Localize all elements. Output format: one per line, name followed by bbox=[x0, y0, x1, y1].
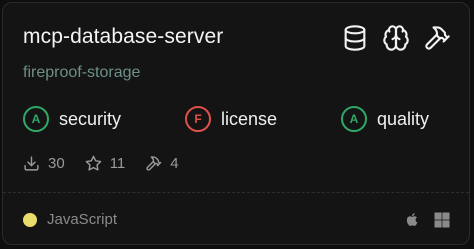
tools-count: 4 bbox=[170, 154, 179, 172]
stars-stat: 11 bbox=[85, 154, 126, 172]
security-label: security bbox=[59, 108, 122, 129]
hammer-icon bbox=[425, 26, 450, 50]
database-icon bbox=[344, 25, 366, 51]
card-divider bbox=[3, 192, 469, 193]
download-icon bbox=[24, 155, 39, 171]
security-grade: A bbox=[23, 106, 49, 132]
score-badges: A security F license A quality bbox=[23, 104, 459, 134]
capability-icons bbox=[341, 24, 451, 52]
windows-icon bbox=[434, 212, 450, 227]
license-label: license bbox=[221, 108, 278, 129]
license-grade: F bbox=[185, 106, 211, 132]
stars-count: 11 bbox=[109, 154, 126, 172]
language-name: JavaScript bbox=[47, 211, 118, 228]
server-stats: 30 11 4 bbox=[23, 153, 199, 173]
quality-grade: A bbox=[341, 106, 367, 132]
downloads-count: 30 bbox=[48, 154, 65, 172]
hammer-icon bbox=[146, 155, 162, 171]
language-color-dot bbox=[23, 212, 37, 227]
quality-badge[interactable]: A quality bbox=[341, 104, 429, 134]
brain-icon bbox=[383, 25, 409, 51]
security-badge[interactable]: A security bbox=[23, 104, 121, 134]
server-title[interactable]: mcp-database-server bbox=[23, 25, 223, 49]
platform-icons bbox=[404, 210, 451, 229]
license-badge[interactable]: F license bbox=[185, 104, 277, 134]
server-card[interactable]: mcp-database-server fireproof-storage A bbox=[2, 2, 470, 245]
server-owner[interactable]: fireproof-storage bbox=[23, 64, 140, 82]
tools-stat: 4 bbox=[145, 154, 179, 172]
apple-icon bbox=[406, 213, 418, 226]
quality-label: quality bbox=[377, 108, 430, 129]
downloads-stat: 30 bbox=[23, 155, 65, 172]
star-icon bbox=[85, 155, 101, 171]
language-tag: JavaScript bbox=[23, 211, 117, 228]
